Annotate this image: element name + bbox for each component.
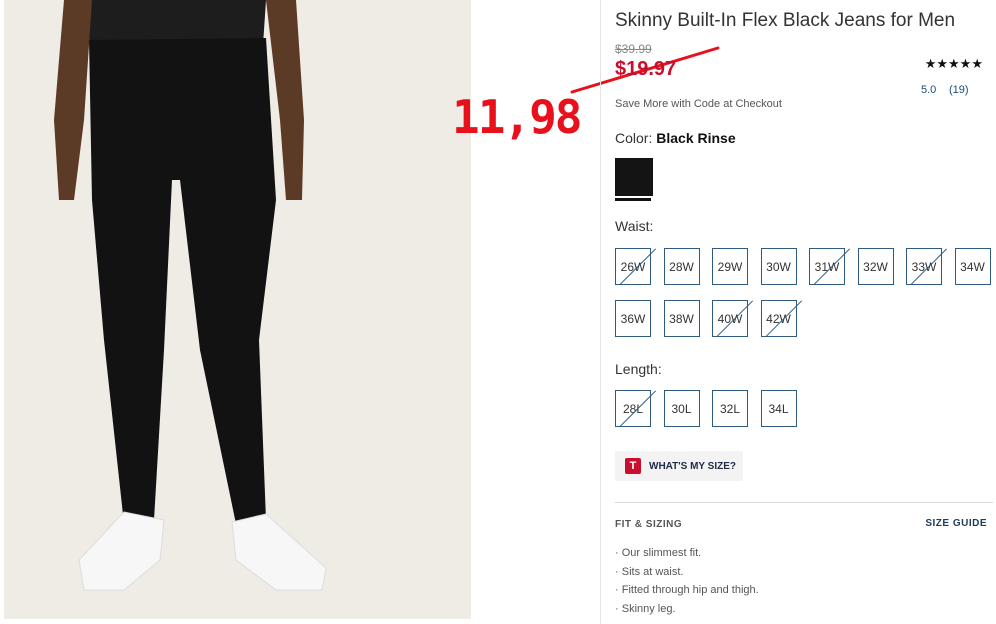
size-guide-link[interactable]: SIZE GUIDE (925, 518, 987, 529)
list-item: Sits at waist. (615, 566, 759, 585)
waist-size-36w-button[interactable]: 36W (615, 300, 651, 337)
product-image[interactable] (4, 0, 471, 619)
color-swatch-black-rinse[interactable] (615, 158, 653, 196)
whats-my-size-label: WHAT'S MY SIZE? (649, 460, 737, 472)
length-label: Length: (615, 361, 662, 377)
waist-size-28w-button[interactable]: 28W (663, 248, 700, 285)
length-size-32l-button[interactable]: 32L (712, 390, 748, 427)
true-fit-icon: T (625, 458, 641, 474)
original-price: $39.99 (615, 42, 652, 56)
rating-value[interactable]: 5.0 (921, 84, 936, 96)
fit-bullets: Our slimmest fit. Sits at waist. Fitted … (615, 547, 759, 621)
product-title: Skinny Built-In Flex Black Jeans for Men (615, 10, 956, 31)
length-size-34l-button[interactable]: 34L (760, 390, 797, 427)
swatch-selected-indicator (615, 198, 651, 201)
color-value: Black Rinse (656, 130, 736, 146)
fit-sizing-heading: FIT & SIZING (615, 519, 683, 530)
waist-size-38w-button[interactable]: 38W (663, 300, 700, 337)
sale-price: $19.97 (615, 58, 677, 80)
promo-text: Save More with Code at Checkout (615, 98, 782, 110)
waist-size-31w-button[interactable]: 31W (809, 248, 845, 285)
whats-my-size-button[interactable]: T WHAT'S MY SIZE? (615, 451, 743, 481)
star-rating-icon[interactable]: ★★★★★ (925, 56, 983, 72)
section-divider (615, 502, 993, 503)
waist-size-33w-button[interactable]: 33W (906, 248, 942, 285)
list-item: Skinny leg. (615, 603, 759, 622)
list-item: Fitted through hip and thigh. (615, 584, 759, 603)
length-size-28l-button[interactable]: 28L (615, 390, 651, 427)
color-label: Color: Black Rinse (615, 130, 736, 146)
list-item: Our slimmest fit. (615, 547, 759, 566)
product-info-panel: Skinny Built-In Flex Black Jeans for Men… (600, 0, 996, 624)
waist-size-29w-button[interactable]: 29W (712, 248, 748, 285)
waist-label: Waist: (615, 218, 654, 234)
waist-size-26w-button[interactable]: 26W (615, 248, 651, 285)
handwritten-price-annotation: 11,98 (452, 90, 582, 144)
waist-size-32w-button[interactable]: 32W (857, 248, 894, 285)
waist-size-34w-button[interactable]: 34W (954, 248, 991, 285)
waist-size-42w-button[interactable]: 42W (760, 300, 797, 337)
length-size-30l-button[interactable]: 30L (663, 390, 700, 427)
waist-size-40w-button[interactable]: 40W (712, 300, 748, 337)
review-count-link[interactable]: (19) (949, 84, 969, 96)
waist-size-30w-button[interactable]: 30W (760, 248, 797, 285)
